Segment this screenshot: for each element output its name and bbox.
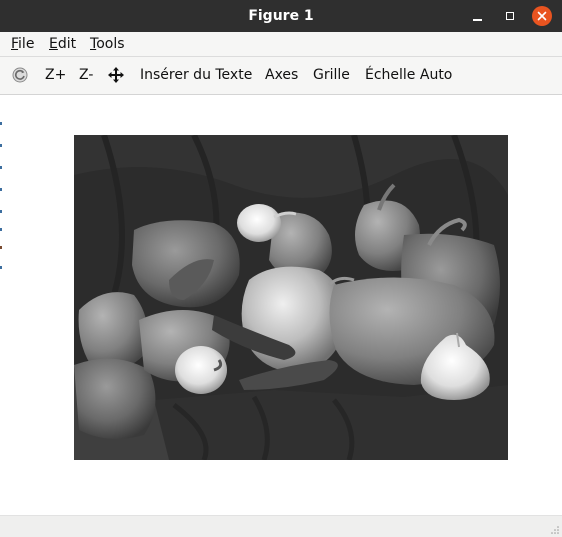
image-display[interactable]	[74, 133, 508, 461]
reset-view-button[interactable]	[11, 66, 29, 84]
insert-text-button[interactable]: Insérer du Texte	[140, 57, 252, 94]
zoom-out-button[interactable]: Z-	[79, 57, 93, 94]
window-titlebar: Figure 1	[0, 0, 562, 32]
menu-edit[interactable]: Edit	[49, 32, 76, 56]
menu-tools[interactable]: Tools	[90, 32, 125, 56]
resize-grip-icon[interactable]	[551, 526, 559, 534]
grid-toggle-button[interactable]: Grille	[313, 57, 350, 94]
minimize-button[interactable]	[461, 0, 493, 32]
menu-tools-label: ools	[96, 36, 125, 52]
reset-view-icon	[12, 67, 28, 83]
close-button[interactable]	[526, 0, 558, 32]
menu-edit-mnemonic: E	[49, 36, 58, 52]
axes-toggle-button[interactable]: Axes	[265, 57, 298, 94]
menu-file-mnemonic: F	[11, 36, 19, 52]
close-icon	[532, 6, 552, 26]
zoom-in-button[interactable]: Z+	[45, 57, 66, 94]
menu-edit-label: dit	[57, 36, 77, 52]
pan-button[interactable]	[107, 66, 125, 84]
menu-file[interactable]: File	[11, 32, 34, 56]
menu-bar: File Edit Tools	[0, 32, 562, 57]
menu-file-label: ile	[18, 36, 35, 52]
minimize-icon	[472, 18, 482, 21]
autoscale-button[interactable]: Échelle Auto	[365, 57, 452, 94]
move-arrows-icon	[108, 67, 124, 83]
left-edge-marks	[0, 118, 3, 278]
maximize-button[interactable]	[494, 0, 526, 32]
peppers-grayscale-image	[74, 133, 508, 461]
maximize-icon	[506, 12, 514, 20]
figure-toolbar: Z+ Z- Insérer du Texte Axes Grille Échel…	[0, 57, 562, 95]
status-bar	[0, 515, 562, 537]
